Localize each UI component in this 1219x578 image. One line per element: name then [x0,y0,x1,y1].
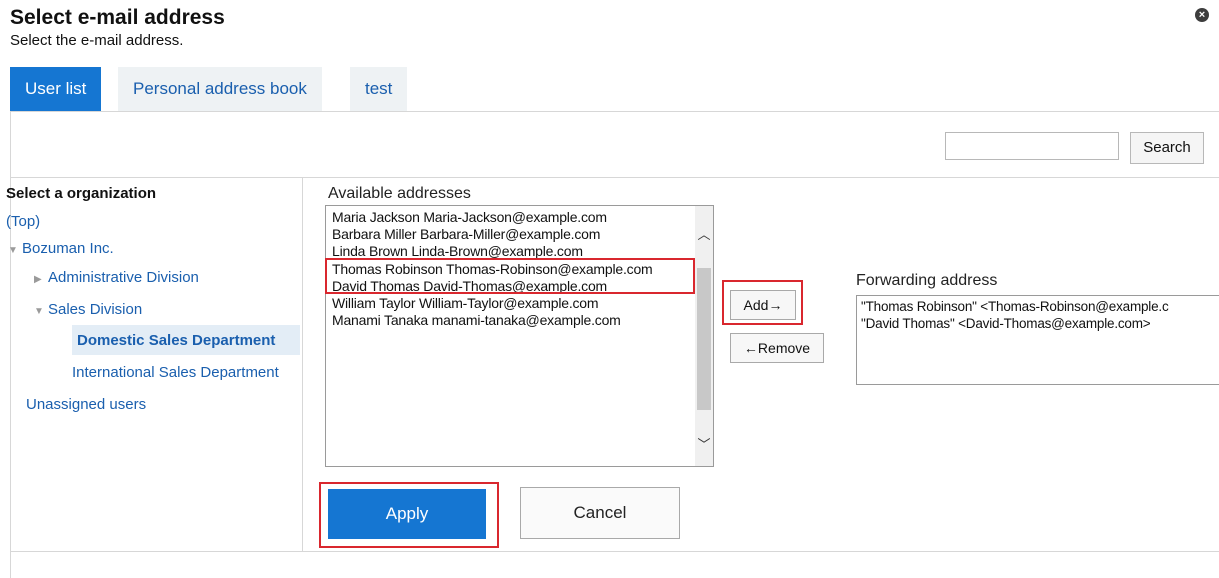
apply-button[interactable]: Apply [328,489,486,539]
panel-left-border [10,111,11,578]
selected-items-highlight [325,258,695,294]
list-item[interactable]: Maria Jackson Maria-Jackson@example.com [332,209,607,225]
tree-item-company-label[interactable]: Bozuman Inc. [22,240,114,257]
list-item[interactable]: Linda Brown Linda-Brown@example.com [332,243,583,259]
add-button[interactable]: Add→ [730,290,796,320]
list-scroll-thumb[interactable] [697,268,711,410]
available-addresses-label: Available addresses [328,185,471,202]
tabs-divider [10,111,1219,112]
list-item[interactable]: Manami Tanaka manami-tanaka@example.com [332,312,621,328]
tab-user-list[interactable]: User list [10,67,102,111]
tree-item-international-sales[interactable]: International Sales Department [72,364,279,381]
search-input[interactable] [945,132,1119,160]
tree-item-sales-division[interactable]: ▼ Sales Division [34,301,142,319]
tree-item-sales-division-label[interactable]: Sales Division [48,301,142,318]
search-button[interactable]: Search [1130,132,1204,164]
list-item[interactable]: William Taylor William-Taylor@example.co… [332,295,599,311]
tree-item-top[interactable]: (Top) [6,213,40,230]
tab-test[interactable]: test [350,67,408,111]
forwarding-address-list[interactable]: "Thomas Robinson" <Thomas-Robinson@examp… [856,295,1219,385]
chevron-up-icon[interactable]: ︿ [697,224,711,243]
caret-down-icon[interactable]: ▼ [8,245,22,256]
remove-button[interactable]: ←Remove [730,333,824,363]
tree-item-company[interactable]: ▼ Bozuman Inc. [8,240,114,258]
footer-divider [10,551,1219,552]
list-item[interactable]: Barbara Miller Barbara-Miller@example.co… [332,226,600,242]
tab-personal-address-book[interactable]: Personal address book [118,67,322,111]
list-item[interactable]: "David Thomas" <David-Thomas@example.com… [861,316,1151,331]
tree-item-domestic-sales[interactable]: Domestic Sales Department [77,332,275,349]
organization-heading: Select a organization [6,185,157,202]
column-divider [302,177,303,551]
caret-down-icon[interactable]: ▼ [34,306,48,317]
chevron-down-icon[interactable]: ﹀ [697,434,711,453]
tree-item-administrative-division-label[interactable]: Administrative Division [48,269,199,286]
dialog-title: Select e-mail address [10,6,225,29]
cancel-button[interactable]: Cancel [520,487,680,539]
list-item[interactable]: "Thomas Robinson" <Thomas-Robinson@examp… [861,299,1169,314]
caret-right-icon[interactable]: ▶ [34,274,48,285]
forwarding-address-label: Forwarding address [856,272,998,289]
available-addresses-list[interactable]: Maria Jackson Maria-Jackson@example.com … [325,205,714,467]
tree-item-unassigned-users[interactable]: Unassigned users [26,396,146,413]
close-icon[interactable]: × [1195,8,1209,22]
dialog-subtitle: Select the e-mail address. [10,32,184,49]
toolbar-divider [10,177,1219,178]
tree-item-administrative-division[interactable]: ▶ Administrative Division [34,269,199,287]
